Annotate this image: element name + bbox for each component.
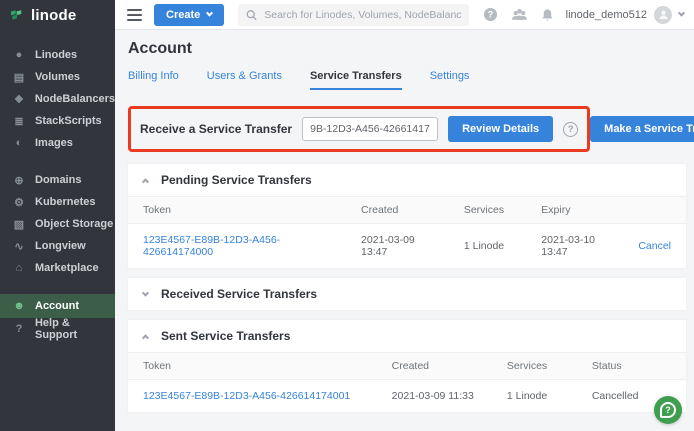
col-services: Services <box>449 197 526 224</box>
volumes-icon: ▤ <box>12 71 26 84</box>
sidebar-item-kubernetes[interactable]: ⚙Kubernetes <box>0 191 115 213</box>
username: linode_demo512 <box>566 9 647 21</box>
sidebar-nav: ●Linodes ▤Volumes ❖NodeBalancers ≣StackS… <box>0 44 115 340</box>
account-icon: ☻ <box>12 300 26 312</box>
col-created: Created <box>346 197 449 224</box>
sidebar-item-longview[interactable]: ∿Longview <box>0 235 115 257</box>
receive-transfer-highlight: Receive a Service Transfer Review Detail… <box>128 106 590 152</box>
nav-group-divider <box>0 154 115 169</box>
support-chat-button[interactable]: ? <box>654 396 682 424</box>
marketplace-icon: ⌂ <box>12 262 26 274</box>
chevron-up-icon <box>142 178 149 185</box>
make-transfer-button[interactable]: Make a Service Transfer <box>590 116 694 142</box>
sidebar-item-marketplace[interactable]: ⌂Marketplace <box>0 257 115 279</box>
linodes-icon: ● <box>12 49 26 61</box>
services-cell: 1 Linode <box>492 380 577 413</box>
review-details-button[interactable]: Review Details <box>448 116 553 142</box>
col-token: Token <box>128 197 346 224</box>
sidebar-item-volumes[interactable]: ▤Volumes <box>0 66 115 88</box>
tab-service-transfers[interactable]: Service Transfers <box>310 70 402 90</box>
sent-transfers-table: Token Created Services Status 123E4567-E… <box>128 352 686 412</box>
pending-transfers-table: Token Created Services Expiry 123E4567-E… <box>128 196 686 268</box>
sidebar-item-account[interactable]: ☻Account <box>0 294 115 318</box>
help-icon[interactable]: ? <box>483 7 498 22</box>
table-row: 123E4567-E89B-12D3-A456-426614174000 202… <box>128 224 686 269</box>
sidebar-item-object-storage[interactable]: ▧Object Storage <box>0 213 115 235</box>
linode-logo-icon <box>10 8 25 23</box>
create-button[interactable]: Create <box>154 4 224 26</box>
domains-icon: ⊕ <box>12 174 26 187</box>
received-transfers-header[interactable]: Received Service Transfers <box>128 278 686 310</box>
expiry-cell: 2021-03-10 13:47 <box>526 224 623 269</box>
header-icons: ? <box>483 7 554 22</box>
sidebar-item-domains[interactable]: ⊕Domains <box>0 169 115 191</box>
footer: v1.34.0 API Reference Provide Feedback <box>128 422 686 431</box>
sidebar-item-nodebalancers[interactable]: ❖NodeBalancers <box>0 88 115 110</box>
question-bubble-icon: ? <box>660 402 676 418</box>
notifications-bell-icon[interactable] <box>541 8 554 22</box>
logo-text: linode <box>31 7 76 24</box>
sidebar: linode ●Linodes ▤Volumes ❖NodeBalancers … <box>0 0 115 431</box>
top-header: Create ? linode_demo512 <box>115 0 694 30</box>
chevron-up-icon <box>142 334 149 341</box>
tab-settings[interactable]: Settings <box>430 70 470 90</box>
linode-cloud-manager: linode ●Linodes ▤Volumes ❖NodeBalancers … <box>0 0 694 431</box>
menu-icon[interactable] <box>127 9 142 21</box>
token-link[interactable]: 123E4567-E89B-12D3-A456-426614174001 <box>143 390 350 402</box>
svg-text:?: ? <box>487 10 492 20</box>
account-tabs: Billing Info Users & Grants Service Tran… <box>128 70 686 90</box>
pending-transfers-card: Pending Service Transfers Token Created … <box>128 164 686 268</box>
images-icon: ◐ <box>12 137 26 149</box>
chevron-down-icon <box>142 289 149 296</box>
transfer-actions-row: Receive a Service Transfer Review Detail… <box>128 106 686 152</box>
sidebar-item-images[interactable]: ◐Images <box>0 132 115 154</box>
col-actions <box>623 197 686 224</box>
stackscripts-icon: ≣ <box>12 115 26 128</box>
table-row: 123E4567-E89B-12D3-A456-426614174001 202… <box>128 380 686 413</box>
avatar <box>654 6 672 24</box>
help-tooltip-icon[interactable]: ? <box>563 122 578 137</box>
col-expiry: Expiry <box>526 197 623 224</box>
page-title: Account <box>128 40 686 58</box>
col-token: Token <box>128 353 377 380</box>
help-support-icon: ? <box>12 323 26 335</box>
col-status: Status <box>577 353 686 380</box>
created-cell: 2021-03-09 13:47 <box>346 224 449 269</box>
tab-billing-info[interactable]: Billing Info <box>128 70 179 90</box>
sidebar-item-stackscripts[interactable]: ≣StackScripts <box>0 110 115 132</box>
object-storage-icon: ▧ <box>12 218 26 231</box>
chevron-down-icon <box>678 10 685 17</box>
col-services: Services <box>492 353 577 380</box>
tab-users-grants[interactable]: Users & Grants <box>207 70 282 90</box>
search-input[interactable] <box>264 9 460 21</box>
main-content: Account Billing Info Users & Grants Serv… <box>115 30 694 431</box>
global-search[interactable] <box>238 4 468 26</box>
chevron-down-icon <box>206 10 213 17</box>
nodebalancers-icon: ❖ <box>12 93 26 106</box>
sent-transfers-card: Sent Service Transfers Token Created Ser… <box>128 320 686 412</box>
col-created: Created <box>377 353 492 380</box>
community-icon[interactable] <box>511 8 528 22</box>
sidebar-item-linodes[interactable]: ●Linodes <box>0 44 115 66</box>
search-icon <box>246 9 257 21</box>
cancel-link[interactable]: Cancel <box>638 240 671 252</box>
sidebar-item-help-support[interactable]: ?Help & Support <box>0 318 115 340</box>
created-cell: 2021-03-09 11:33 <box>377 380 492 413</box>
nav-group-divider <box>0 279 115 294</box>
sent-transfers-header[interactable]: Sent Service Transfers <box>128 320 686 352</box>
received-transfers-card: Received Service Transfers <box>128 278 686 310</box>
longview-icon: ∿ <box>12 240 26 253</box>
linode-logo[interactable]: linode <box>0 0 115 30</box>
token-link[interactable]: 123E4567-E89B-12D3-A456-426614174000 <box>143 234 280 258</box>
services-cell: 1 Linode <box>449 224 526 269</box>
kubernetes-icon: ⚙ <box>12 196 26 209</box>
receive-transfer-label: Receive a Service Transfer <box>140 122 292 136</box>
transfer-token-input[interactable] <box>302 117 438 141</box>
user-menu[interactable]: linode_demo512 <box>566 6 684 24</box>
pending-transfers-header[interactable]: Pending Service Transfers <box>128 164 686 196</box>
